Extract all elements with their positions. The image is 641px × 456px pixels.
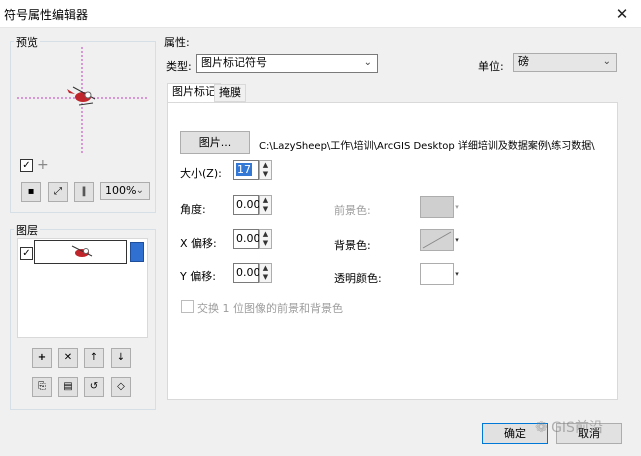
properties-group-label: 属性: (162, 34, 192, 50)
chevron-down-icon: ⌄ (602, 56, 611, 67)
unit-select[interactable]: 磅 ⌄ (513, 53, 617, 72)
transparent-color[interactable] (420, 263, 454, 285)
layer-checkbox[interactable]: ✓ (20, 247, 33, 260)
swap-label: 交换 1 位图像的前景和背景色 (197, 302, 343, 315)
add-icon[interactable]: + (32, 348, 52, 368)
tag-icon[interactable]: ◇ (111, 377, 131, 397)
reset-icon[interactable]: ↺ (84, 377, 104, 397)
wechat-icon: ❁ (535, 418, 548, 436)
tab-mask[interactable]: 掩膜 (214, 84, 246, 102)
yoffset-label: Y 偏移: (180, 270, 216, 283)
transparent-label: 透明颜色: (334, 272, 382, 285)
type-select[interactable]: 图片标记符号 ⌄ (196, 54, 378, 73)
helicopter-icon (67, 86, 96, 106)
chevron-down-icon[interactable]: ▾ (454, 263, 460, 285)
unit-label: 单位: (478, 60, 504, 73)
foreground-color (420, 196, 454, 218)
size-value: 17 (236, 163, 252, 176)
copy-icon[interactable]: ⎘ (32, 377, 52, 397)
layer-properties-icon[interactable] (130, 242, 144, 262)
paste-icon[interactable]: ▤ (58, 377, 78, 397)
layer-item[interactable] (34, 240, 127, 264)
chevron-down-icon: ⌄ (363, 57, 372, 68)
xoffset-input[interactable]: 0.00 (233, 229, 261, 249)
yoffset-spinner[interactable]: ▲ ▼ (259, 263, 272, 283)
angle-input[interactable]: 0.00 (233, 195, 261, 215)
plus-icon: + (37, 157, 49, 173)
background-color[interactable] (420, 229, 454, 251)
close-icon[interactable]: ✕ (607, 3, 637, 25)
preview-checkbox[interactable]: ✓ (20, 159, 33, 172)
foreground-label: 前景色: (334, 204, 371, 217)
swap-checkbox (181, 300, 194, 313)
unit-value: 磅 (518, 55, 529, 68)
angle-spinner[interactable]: ▲ ▼ (259, 195, 272, 215)
expand-icon[interactable]: ⤢ (48, 182, 68, 202)
fit-icon[interactable]: ▪ (21, 182, 41, 202)
picture-button[interactable]: 图片... (180, 131, 250, 154)
chevron-down-icon: ⌄ (135, 185, 144, 196)
zoom-value: 100% (105, 184, 137, 197)
size-spinner[interactable]: ▲ ▼ (259, 160, 272, 180)
xoffset-spinner[interactable]: ▲ ▼ (259, 229, 272, 249)
type-value: 图片标记符号 (201, 56, 267, 69)
background-label: 背景色: (334, 239, 371, 252)
watermark-logo: ❁ GIS前沿 (535, 417, 635, 447)
size-input[interactable]: 17 (233, 160, 259, 180)
down-icon[interactable]: ↓ (111, 348, 131, 368)
preview-canvas (17, 47, 148, 154)
angle-label: 角度: (180, 203, 206, 216)
type-label: 类型: (166, 60, 192, 73)
helicopter-icon (71, 245, 93, 257)
size-label: 大小(Z): (180, 167, 222, 180)
delete-icon[interactable]: ✕ (58, 348, 78, 368)
chevron-down-icon: ▾ (455, 203, 459, 211)
layer-thumbnail (71, 245, 93, 257)
chevron-down-icon[interactable]: ▾ (454, 229, 460, 251)
xoffset-label: X 偏移: (180, 237, 217, 250)
pause-icon[interactable]: ‖ (74, 182, 94, 202)
zoom-select[interactable]: 100% ⌄ (100, 182, 150, 200)
picture-path: C:\LazySheep\工作\培训\ArcGIS Desktop 详细培训及数… (259, 141, 595, 152)
layers-group-label: 图层 (14, 222, 40, 238)
preview-svg (17, 47, 148, 154)
title-bar: 符号属性编辑器 ✕ (0, 0, 641, 28)
yoffset-input[interactable]: 0.00 (233, 263, 261, 283)
tab-picture-marker[interactable]: 图片标记 (167, 83, 221, 103)
up-icon[interactable]: ↑ (84, 348, 104, 368)
window-title: 符号属性编辑器 (4, 8, 89, 22)
watermark-text: GIS前沿 (551, 420, 603, 436)
